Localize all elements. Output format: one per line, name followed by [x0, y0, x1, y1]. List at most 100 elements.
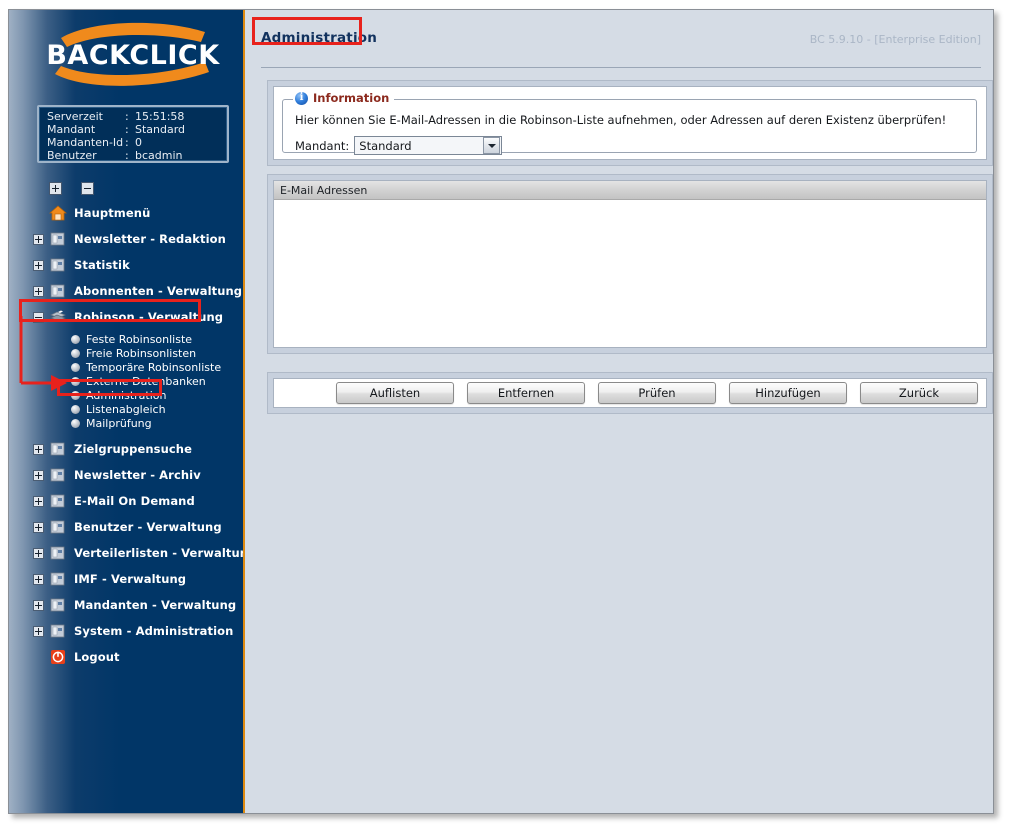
robinson-icon	[49, 309, 67, 325]
chevron-down-icon[interactable]	[483, 137, 501, 154]
hinzufuegen-button[interactable]: Hinzufügen	[729, 382, 847, 404]
sidebar-item-system-administration[interactable]: System - Administration	[9, 618, 243, 644]
bullet-icon	[71, 404, 80, 414]
sidebar-item-label: System - Administration	[74, 624, 234, 638]
sidebar-item-hauptmenue[interactable]: Hauptmenü	[9, 200, 243, 226]
action-button-panel: Auflisten Entfernen Prüfen Hinzufügen Zu…	[267, 372, 993, 414]
information-legend: Information	[293, 91, 395, 105]
sidebar-item-mandanten-verwaltung[interactable]: Mandanten - Verwaltung	[9, 592, 243, 618]
collapse-all-icon[interactable]	[81, 182, 95, 195]
folder-icon	[49, 571, 67, 587]
page-title: Administration	[261, 30, 378, 46]
sidebar-subitem-label: Externe Datenbanken	[86, 374, 206, 388]
expander-plus-icon[interactable]	[33, 233, 44, 245]
sidebar-subitem-listenabgleich[interactable]: Listenabgleich	[9, 402, 243, 416]
folder-icon	[49, 283, 67, 299]
sidebar-item-label: Verteilerlisten - Verwaltung	[74, 546, 257, 560]
sidebar-item-zielgruppensuche[interactable]: Zielgruppensuche	[9, 436, 243, 462]
sidebar-subtree-robinson: Feste Robinsonliste Freie Robinsonlisten…	[9, 330, 243, 430]
folder-icon	[49, 597, 67, 613]
bullet-icon	[71, 390, 80, 400]
expand-all-icon[interactable]	[49, 182, 62, 195]
version-label: BC 5.9.10 - [Enterprise Edition]	[809, 33, 981, 46]
pruefen-button[interactable]: Prüfen	[598, 382, 716, 404]
bullet-icon	[71, 334, 80, 344]
sidebar-item-email-on-demand[interactable]: E-Mail On Demand	[9, 488, 243, 514]
sidebar-item-imf-verwaltung[interactable]: IMF - Verwaltung	[9, 566, 243, 592]
information-text: Hier können Sie E-Mail-Adressen in die R…	[295, 113, 947, 127]
screenshot-root: BACKCLICK Serverzeit : 15:51:58 Mandant …	[0, 0, 1009, 827]
sidebar-item-verteilerlisten-verwaltung[interactable]: Verteilerlisten - Verwaltung	[9, 540, 256, 566]
server-info-key: Benutzer	[47, 149, 97, 162]
folder-icon	[49, 545, 67, 561]
expander-plus-icon[interactable]	[33, 469, 44, 481]
sidebar-subitem-administration[interactable]: Administration	[9, 388, 243, 402]
information-panel: Information Hier können Sie E-Mail-Adres…	[267, 80, 993, 166]
folder-icon	[49, 231, 67, 247]
sidebar-subitem-externe-datenbanken[interactable]: Externe Datenbanken	[9, 374, 243, 388]
expander-plus-icon[interactable]	[33, 547, 44, 559]
server-info-value: Standard	[135, 123, 186, 136]
sidebar-item-newsletter-archiv[interactable]: Newsletter - Archiv	[9, 462, 243, 488]
logout-icon	[49, 649, 67, 665]
entfernen-button[interactable]: Entfernen	[467, 382, 585, 404]
sidebar-subitem-mailpruefung[interactable]: Mailprüfung	[9, 416, 243, 430]
email-address-panel-inner: E-Mail Adressen	[273, 180, 987, 348]
sidebar-subitem-feste-robinsonliste[interactable]: Feste Robinsonliste	[9, 332, 243, 346]
zurueck-button[interactable]: Zurück	[860, 382, 978, 404]
server-info-colon: :	[125, 149, 129, 162]
sidebar-item-label: Abonnenten - Verwaltung	[74, 284, 243, 298]
sidebar-item-statistik[interactable]: Statistik	[9, 252, 243, 278]
email-address-list[interactable]	[274, 201, 986, 347]
title-divider	[261, 67, 981, 68]
action-button-bar: Auflisten Entfernen Prüfen Hinzufügen Zu…	[274, 379, 986, 407]
expander-plus-icon[interactable]	[33, 625, 44, 637]
expander-plus-icon[interactable]	[33, 573, 44, 585]
expander-plus-icon[interactable]	[33, 285, 44, 297]
action-button-panel-inner: Auflisten Entfernen Prüfen Hinzufügen Zu…	[273, 378, 987, 408]
sidebar: BACKCLICK Serverzeit : 15:51:58 Mandant …	[9, 10, 256, 813]
sidebar-item-label: Zielgruppensuche	[74, 442, 192, 456]
sidebar-item-abonnenten-verwaltung[interactable]: Abonnenten - Verwaltung	[9, 278, 243, 304]
expander-minus-icon[interactable]	[33, 311, 44, 323]
sidebar-item-label: Robinson - Verwaltung	[74, 310, 224, 324]
sidebar-item-label: Newsletter - Redaktion	[74, 232, 226, 246]
folder-icon	[49, 623, 67, 639]
sidebar-subitem-label: Listenabgleich	[86, 402, 166, 416]
sidebar-item-label: Statistik	[74, 258, 130, 272]
sidebar-item-label: Logout	[74, 650, 120, 664]
sidebar-subitem-label: Administration	[86, 388, 167, 402]
mandant-select-value: Standard	[359, 138, 412, 153]
expander-plus-icon[interactable]	[33, 521, 44, 533]
email-address-panel: E-Mail Adressen	[267, 174, 993, 354]
sidebar-subitem-label: Feste Robinsonliste	[86, 332, 193, 346]
expander-plus-icon[interactable]	[33, 259, 44, 271]
mandant-select[interactable]: Standard	[354, 136, 503, 155]
sidebar-item-label: Mandanten - Verwaltung	[74, 598, 237, 612]
email-address-column-header: E-Mail Adressen	[274, 181, 986, 200]
sidebar-subitem-label: Mailprüfung	[86, 416, 152, 430]
sidebar-item-logout[interactable]: Logout	[9, 644, 243, 670]
bullet-icon	[71, 348, 80, 358]
folder-icon	[49, 519, 67, 535]
sidebar-item-label: Hauptmenü	[74, 206, 151, 220]
expander-plus-icon[interactable]	[33, 599, 44, 611]
information-legend-text: Information	[313, 91, 390, 105]
sidebar-subitem-label: Temporäre Robinsonliste	[86, 360, 222, 374]
sidebar-subitem-temporaere-robinsonliste[interactable]: Temporäre Robinsonliste	[9, 360, 243, 374]
sidebar-item-robinson-verwaltung[interactable]: Robinson - Verwaltung	[9, 304, 243, 330]
expander-plus-icon[interactable]	[33, 495, 44, 507]
sidebar-item-benutzer-verwaltung[interactable]: Benutzer - Verwaltung	[9, 514, 243, 540]
server-info-box: Serverzeit : 15:51:58 Mandant : Standard…	[37, 105, 229, 163]
server-info-value: bcadmin	[135, 149, 183, 162]
server-info-table: Serverzeit : 15:51:58 Mandant : Standard…	[47, 111, 185, 163]
bullet-icon	[71, 362, 80, 372]
application-window: BACKCLICK Serverzeit : 15:51:58 Mandant …	[8, 9, 994, 814]
mandant-label: Mandant:	[295, 138, 350, 153]
sidebar-item-newsletter-redaktion[interactable]: Newsletter - Redaktion	[9, 226, 243, 252]
folder-icon	[49, 493, 67, 509]
expander-plus-icon[interactable]	[33, 443, 44, 455]
sidebar-subitem-freie-robinsonlisten[interactable]: Freie Robinsonlisten	[9, 346, 243, 360]
auflisten-button[interactable]: Auflisten	[336, 382, 454, 404]
home-icon	[48, 205, 68, 221]
